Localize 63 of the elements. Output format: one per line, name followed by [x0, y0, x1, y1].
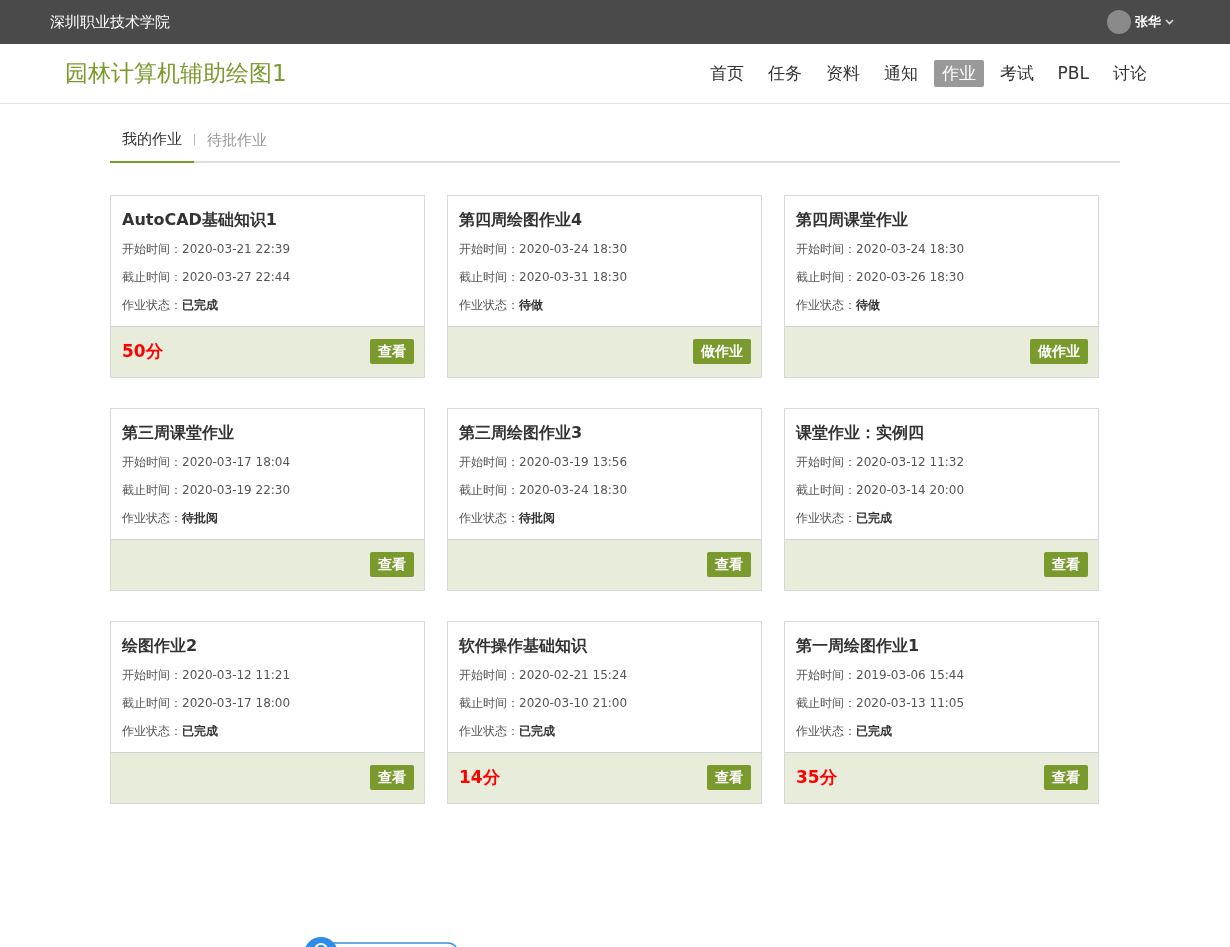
action-button[interactable]: 查看 [370, 339, 414, 364]
assignment-status: 作业状态：已完成 [122, 296, 218, 314]
assignment-status: 作业状态：已完成 [796, 509, 892, 527]
start-time: 开始时间：2020-02-21 15:24 [459, 666, 628, 684]
user-menu[interactable]: 张华 [1107, 10, 1174, 34]
deadline: 截止时间：2020-03-26 18:30 [796, 268, 965, 286]
start-time: 开始时间：2020-03-17 18:04 [122, 453, 291, 471]
assignment-title: 第四周绘图作业4 [459, 208, 583, 231]
deadline: 截止时间：2020-03-14 20:00 [796, 481, 965, 499]
caret-icon [1165, 19, 1174, 25]
deadline: 截止时间：2020-03-19 22:30 [122, 481, 291, 499]
assignment-status: 作业状态：已完成 [459, 722, 555, 740]
score: 14分 [459, 765, 500, 789]
nav-link[interactable]: 讨论 [1105, 59, 1155, 88]
action-button[interactable]: 查看 [370, 765, 414, 790]
assignment-title: 课堂作业：实例四 [796, 421, 924, 444]
course-title: 园林计算机辅助绘图1 [65, 59, 287, 89]
start-time: 开始时间：2020-03-21 22:39 [122, 240, 291, 258]
avatar-icon [1107, 10, 1131, 34]
nav-link[interactable]: 考试 [991, 59, 1042, 88]
start-time: 开始时间：2020-03-12 11:21 [122, 666, 291, 684]
assignment-status: 作业状态：已完成 [796, 722, 892, 740]
action-button[interactable]: 查看 [1044, 765, 1088, 790]
deadline: 截止时间：2020-03-10 21:00 [459, 694, 628, 712]
action-button[interactable]: 查看 [1044, 552, 1088, 577]
deadline: 截止时间：2020-03-24 18:30 [459, 481, 628, 499]
tab[interactable]: 我的作业 [110, 128, 194, 163]
start-time: 开始时间：2020-03-19 13:56 [459, 453, 628, 471]
start-time: 开始时间：2020-03-24 18:30 [459, 240, 628, 258]
school-name: 深圳职业技术学院 [50, 11, 170, 33]
assignment-title: 第三周绘图作业3 [459, 421, 583, 444]
assignment-status: 作业状态：待做 [459, 296, 543, 314]
action-button[interactable]: 做作业 [1030, 339, 1088, 364]
score: 50分 [122, 339, 163, 363]
deadline: 截止时间：2020-03-27 22:44 [122, 268, 291, 286]
action-button[interactable]: 查看 [707, 765, 751, 790]
nav-link[interactable]: 通知 [875, 59, 926, 88]
start-time: 开始时间：2020-03-12 11:32 [796, 453, 965, 471]
assignment-status: 作业状态：待做 [796, 296, 880, 314]
assignment-status: 作业状态：待批阅 [459, 509, 555, 527]
nav-link[interactable]: PBL [1049, 59, 1097, 88]
start-time: 开始时间：2020-03-24 18:30 [796, 240, 965, 258]
deadline: 截止时间：2020-03-31 18:30 [459, 268, 628, 286]
start-time: 开始时间：2019-03-06 15:44 [796, 666, 965, 684]
action-button[interactable]: 做作业 [693, 339, 751, 364]
assignment-title: 第三周课堂作业 [122, 421, 234, 444]
assignment-title: 第四周课堂作业 [796, 208, 908, 231]
nav-link[interactable]: 首页 [701, 59, 752, 88]
assignment-title: 第一周绘图作业1 [796, 634, 920, 657]
assignment-title: AutoCAD基础知识1 [122, 208, 277, 231]
action-button[interactable]: 查看 [370, 552, 414, 577]
assignment-title: 软件操作基础知识 [459, 634, 587, 657]
nav-link[interactable]: 任务 [759, 59, 810, 88]
deadline: 截止时间：2020-03-17 18:00 [122, 694, 291, 712]
assignment-status: 作业状态：已完成 [122, 722, 218, 740]
score: 35分 [796, 765, 837, 789]
nav-link[interactable]: 资料 [817, 59, 868, 88]
tab[interactable]: 待批作业 [195, 129, 279, 162]
action-button[interactable]: 查看 [707, 552, 751, 577]
assignment-title: 绘图作业2 [122, 634, 198, 657]
assignment-status: 作业状态：待批阅 [122, 509, 218, 527]
deadline: 截止时间：2020-03-13 11:05 [796, 694, 965, 712]
nav-link[interactable]: 作业 [933, 59, 984, 88]
